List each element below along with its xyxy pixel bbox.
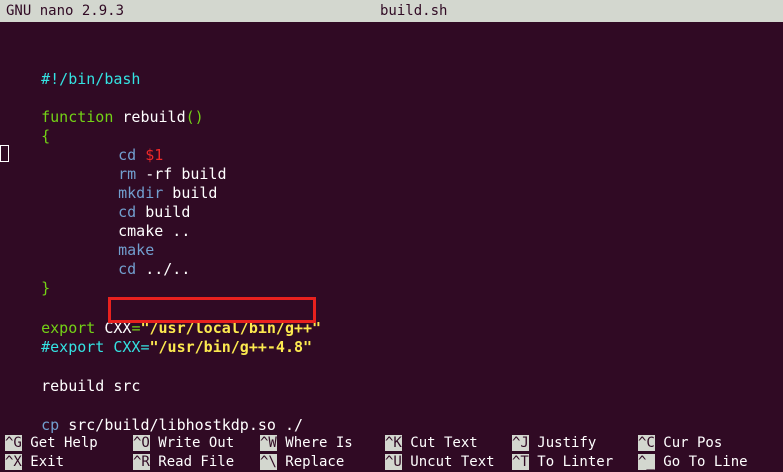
shortcut-label: Go To Line — [654, 454, 748, 470]
code-line-open-brace[interactable]: { — [5, 108, 50, 145]
shortcut-where-is[interactable]: ^W Where Is — [260, 434, 353, 452]
shortcut-key: ^O — [133, 435, 150, 451]
shortcut-to-linter[interactable]: ^T To Linter — [512, 453, 613, 471]
shortcut-key: ^K — [385, 435, 402, 451]
nano-title-bar: GNU nano 2.9.3 build.sh — [0, 0, 783, 22]
code-line-cd-2[interactable]: cd build — [82, 184, 190, 221]
shortcut-read-file[interactable]: ^R Read File — [133, 453, 234, 471]
code-line-make[interactable]: make — [82, 222, 154, 259]
shortcut-label: Exit — [21, 454, 65, 470]
rebuild-call: rebuild src — [41, 377, 141, 395]
code-line-rebuild-call[interactable]: rebuild src — [5, 358, 140, 395]
cd-args: ../.. — [136, 260, 191, 278]
shortcut-key: ^T — [512, 454, 529, 470]
code-line-cmake[interactable]: cmake .. — [82, 203, 190, 240]
shebang-comment: #!/bin/bash — [41, 70, 141, 88]
app-name: GNU nano 2.9.3 — [6, 3, 125, 19]
shortcut-cut-text[interactable]: ^K Cut Text — [385, 434, 478, 452]
shortcut-label: Where Is — [276, 435, 353, 451]
shortcut-label: Cur Pos — [654, 435, 723, 451]
code-line-cp[interactable]: cp src/build/libhostkdp.so ./ — [5, 397, 303, 434]
code-line-shebang[interactable]: #!/bin/bash — [5, 51, 140, 88]
shortcut-justify[interactable]: ^J Justify — [512, 434, 596, 452]
code-line-cd-3[interactable]: cd ../.. — [82, 241, 190, 278]
shortcut-go-to-line[interactable]: ^_ Go To Line — [638, 453, 748, 471]
file-name: build.sh — [380, 3, 448, 19]
shortcut-exit[interactable]: ^X Exit — [5, 453, 64, 471]
shortcut-label: Write Out — [149, 435, 235, 451]
shortcut-key: ^G — [5, 435, 22, 451]
shortcut-key: ^_ — [638, 454, 655, 470]
shortcut-label: Cut Text — [401, 435, 478, 451]
shortcut-label: To Linter — [528, 454, 614, 470]
shortcut-label: Read File — [149, 454, 235, 470]
code-line-function[interactable]: function rebuild() — [5, 89, 204, 126]
code-line-cd-1[interactable]: cd $1 — [82, 127, 163, 164]
shortcut-uncut-text[interactable]: ^U Uncut Text — [385, 453, 495, 471]
shortcut-replace[interactable]: ^\ Replace — [260, 453, 344, 471]
shortcut-key: ^J — [512, 435, 529, 451]
shortcut-label: Get Help — [21, 435, 98, 451]
shortcut-label: Justify — [528, 435, 597, 451]
code-line-rm[interactable]: rm -rf build — [82, 146, 226, 183]
shortcut-key: ^W — [260, 435, 277, 451]
text-cursor — [0, 145, 9, 162]
commented-export-value: "/usr/bin/g++-4.8" — [149, 338, 313, 356]
code-line-mkdir[interactable]: mkdir build — [82, 165, 217, 202]
shortcut-label: Replace — [276, 454, 345, 470]
open-brace: { — [41, 127, 51, 145]
function-parens: () — [185, 108, 204, 126]
red-highlight-annotation — [108, 297, 316, 323]
shortcut-key: ^\ — [260, 454, 277, 470]
shortcut-cur-pos[interactable]: ^C Cur Pos — [638, 434, 722, 452]
code-line-close-brace[interactable]: } — [5, 260, 50, 297]
shortcut-key: ^R — [133, 454, 150, 470]
shortcut-key: ^X — [5, 454, 22, 470]
function-keyword: function — [41, 108, 114, 126]
shortcut-write-out[interactable]: ^O Write Out — [133, 434, 234, 452]
commented-export: #export CXX= — [41, 338, 150, 356]
shortcut-label: Uncut Text — [401, 454, 495, 470]
close-brace: } — [41, 279, 51, 297]
shortcut-bar: ^G Get Help ^O Write Out ^W Where Is ^K … — [0, 432, 783, 472]
function-name: rebuild — [113, 108, 186, 126]
shortcut-key: ^U — [385, 454, 402, 470]
cd-command: cd — [118, 260, 137, 278]
shortcut-key: ^C — [638, 435, 655, 451]
shortcut-get-help[interactable]: ^G Get Help — [5, 434, 98, 452]
